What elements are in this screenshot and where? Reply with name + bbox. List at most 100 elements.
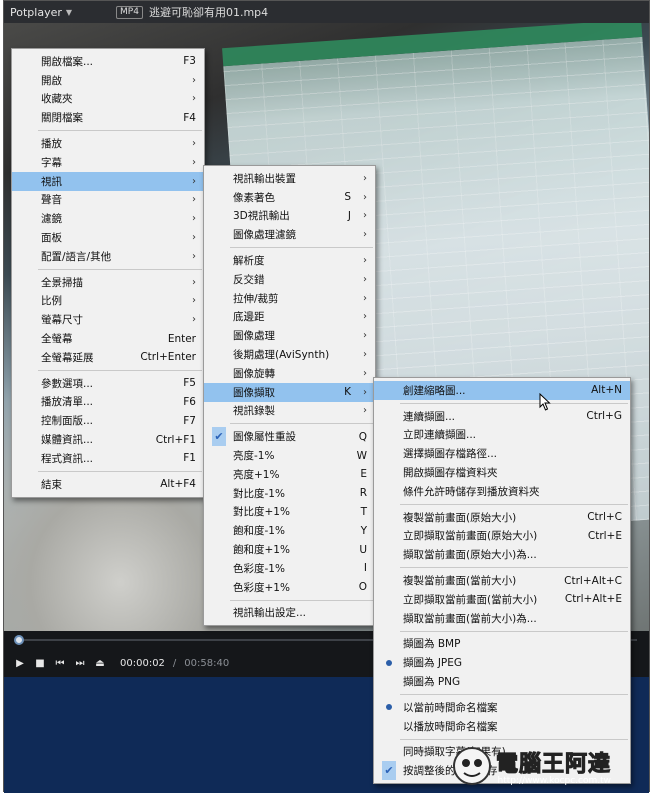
video-menu-item[interactable]: 後期處理(AviSynth) ›: [204, 345, 375, 364]
video-menu-item[interactable]: 底邊距 ›: [204, 308, 375, 327]
capture-menu-item[interactable]: 擷圖為 PNG: [374, 672, 630, 691]
menu-separator: [230, 247, 373, 249]
menu-item-label: 視訊錄製: [233, 405, 275, 418]
chevron-right-icon: ›: [192, 93, 196, 105]
menu-item-label: 立即擷取當前畫面(原始大小): [403, 530, 538, 543]
main-menu-item[interactable]: 面板 ›: [12, 228, 204, 247]
video-menu-item[interactable]: 像素著色 S ›: [204, 188, 375, 207]
main-menu-item[interactable]: 螢幕尺寸 ›: [12, 310, 204, 329]
main-menu-item[interactable]: 聲音 ›: [12, 191, 204, 210]
main-menu-item[interactable]: 結束 Alt+F4: [12, 475, 204, 494]
capture-menu-item[interactable]: 擷取當前畫面(當前大小)為...: [374, 609, 630, 628]
menu-separator: [400, 402, 628, 404]
chevron-right-icon: ›: [192, 138, 196, 150]
capture-menu-item[interactable]: 立即擷取當前畫面(原始大小) Ctrl+E: [374, 527, 630, 546]
video-menu-item[interactable]: 對比度+1% T: [204, 503, 375, 522]
video-menu-item[interactable]: 視訊輸出設定...: [204, 604, 375, 623]
main-menu-item[interactable]: 視訊 ›: [12, 171, 204, 191]
menu-item-shortcut: O: [358, 581, 367, 594]
app-menu-button[interactable]: Potplayer ▼: [4, 6, 72, 19]
menu-item-label: 對比度+1%: [233, 506, 290, 519]
video-menu-item[interactable]: 解析度 ›: [204, 251, 375, 270]
menu-item-shortcut: Enter: [167, 332, 196, 345]
video-menu-item[interactable]: 飽和度-1% Y: [204, 521, 375, 540]
video-menu-item[interactable]: 視訊輸出裝置 ›: [204, 169, 375, 188]
menu-item-shortcut: R: [359, 487, 367, 500]
video-menu-item[interactable]: 3D視訊輸出 J ›: [204, 207, 375, 226]
menu-item-label: 播放清單...: [41, 396, 94, 409]
main-menu-item[interactable]: 媒體資訊... Ctrl+F1: [12, 430, 204, 449]
capture-menu-item[interactable]: 立即連續擷圖...: [374, 426, 630, 445]
menu-item-label: 結束: [41, 478, 62, 491]
capture-menu-item[interactable]: 複製當前畫面(原始大小) Ctrl+C: [374, 508, 630, 527]
main-menu-item[interactable]: 全螢幕 Enter: [12, 329, 204, 348]
video-menu-item[interactable]: 圖像旋轉 ›: [204, 364, 375, 383]
video-menu-item[interactable]: 圖像擷取 K ›: [204, 382, 375, 402]
menu-item-shortcut: W: [356, 449, 367, 462]
title-bar: Potplayer ▼ MP4 逃避可恥卻有用01.mp4: [4, 1, 649, 23]
play-icon[interactable]: ▶: [14, 657, 26, 669]
capture-menu-item[interactable]: 以當前時間命名檔案: [374, 698, 630, 717]
video-menu-item[interactable]: 飽和度+1% U: [204, 540, 375, 559]
eject-icon[interactable]: ⏏: [94, 657, 106, 669]
stop-icon[interactable]: ■: [34, 657, 46, 669]
capture-menu-item[interactable]: 條件允許時儲存到播放資料夾: [374, 482, 630, 501]
main-menu-item[interactable]: 字幕 ›: [12, 153, 204, 172]
capture-menu-item[interactable]: 連續擷圖... Ctrl+G: [374, 407, 630, 426]
menu-item-label: 像素著色: [233, 191, 275, 204]
main-menu-item[interactable]: 程式資訊... F1: [12, 449, 204, 468]
chevron-right-icon: ›: [192, 175, 196, 187]
seek-handle[interactable]: [14, 635, 24, 645]
main-menu-item[interactable]: 播放清單... F6: [12, 393, 204, 412]
chevron-right-icon: ›: [363, 172, 367, 184]
app-name: Potplayer: [10, 5, 62, 19]
main-menu-item[interactable]: 關閉檔案 F4: [12, 108, 204, 127]
video-menu-item[interactable]: 亮度+1% E: [204, 465, 375, 484]
main-menu-item[interactable]: 全螢幕延展 Ctrl+Enter: [12, 348, 204, 367]
capture-menu-item[interactable]: 複製當前畫面(當前大小) Ctrl+Alt+C: [374, 571, 630, 590]
radio-dot-icon: [382, 698, 396, 717]
main-menu-item[interactable]: 收藏夾 ›: [12, 90, 204, 109]
video-menu-item[interactable]: 對比度-1% R: [204, 484, 375, 503]
main-menu-item[interactable]: 比例 ›: [12, 292, 204, 311]
menu-item-label: 視訊輸出裝置: [233, 172, 296, 185]
capture-menu-item[interactable]: 擷圖為 JPEG: [374, 653, 630, 672]
video-menu-item[interactable]: 視訊錄製 ›: [204, 402, 375, 421]
capture-menu-item[interactable]: 以播放時間命名檔案: [374, 717, 630, 736]
menu-item-shortcut: J: [347, 209, 351, 222]
chevron-right-icon: ›: [192, 156, 196, 168]
capture-menu-item[interactable]: 擷圖為 BMP: [374, 635, 630, 654]
menu-item-shortcut: Ctrl+G: [586, 410, 622, 423]
capture-menu-item[interactable]: 選擇擷圖存檔路徑...: [374, 444, 630, 463]
main-menu-item[interactable]: 配置/語言/其他 ›: [12, 247, 204, 266]
main-menu-item[interactable]: 全景掃描 ›: [12, 273, 204, 292]
menu-item-shortcut: Y: [360, 524, 367, 537]
video-menu-item[interactable]: ✔ 圖像屬性重設 Q: [204, 427, 375, 447]
menu-item-label: 以播放時間命名檔案: [403, 720, 498, 733]
menu-item-shortcut: Alt+F4: [160, 478, 196, 491]
main-menu-item[interactable]: 濾鏡 ›: [12, 209, 204, 228]
capture-menu-item[interactable]: 創建縮略圖... Alt+N: [374, 381, 630, 400]
next-icon[interactable]: ⏭: [74, 657, 86, 669]
chevron-right-icon: ›: [192, 295, 196, 307]
menu-item-shortcut: Ctrl+F1: [155, 433, 196, 446]
capture-menu-item[interactable]: 立即擷取當前畫面(當前大小) Ctrl+Alt+E: [374, 590, 630, 609]
video-menu-item[interactable]: 圖像處理 ›: [204, 326, 375, 345]
main-menu-item[interactable]: 開啟檔案... F3: [12, 52, 204, 71]
main-menu-item[interactable]: 控制面版... F7: [12, 411, 204, 430]
menu-item-shortcut: Q: [358, 430, 367, 443]
capture-menu-item[interactable]: 擷取當前畫面(原始大小)為...: [374, 545, 630, 564]
previous-icon[interactable]: ⏮: [54, 657, 66, 669]
main-menu-item[interactable]: 開啟 ›: [12, 71, 204, 90]
capture-menu-item[interactable]: 開啟擷圖存檔資料夾: [374, 463, 630, 482]
video-menu-item[interactable]: 亮度-1% W: [204, 446, 375, 465]
main-menu-item[interactable]: 參數選項... F5: [12, 374, 204, 393]
context-menu-main: 開啟檔案... F3 開啟 › 收藏夾 › 關閉檔案 F4 播放 › 字幕 › 視訊 › 聲音 › 濾鏡 › 面板 ›…: [11, 48, 205, 498]
video-menu-item[interactable]: 反交錯 ›: [204, 270, 375, 289]
video-menu-item[interactable]: 圖像處理濾鏡 ›: [204, 225, 375, 244]
chevron-right-icon: ›: [363, 292, 367, 304]
main-menu-item[interactable]: 播放 ›: [12, 134, 204, 153]
video-menu-item[interactable]: 色彩度-1% I: [204, 559, 375, 578]
video-menu-item[interactable]: 拉伸/裁剪 ›: [204, 289, 375, 308]
video-menu-item[interactable]: 色彩度+1% O: [204, 578, 375, 597]
